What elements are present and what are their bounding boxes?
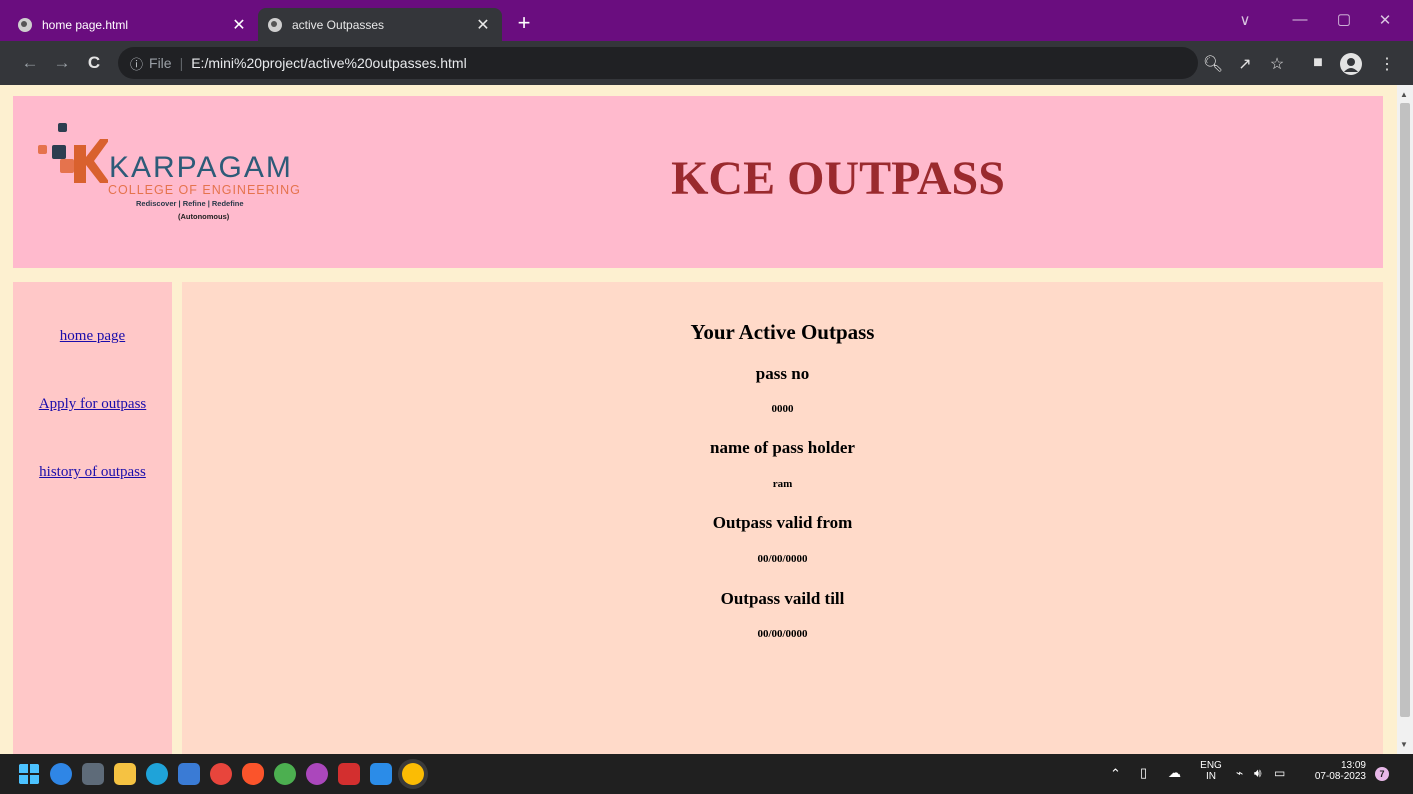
battery-icon[interactable]: ▭ bbox=[1274, 766, 1285, 780]
field-label-pass-no: pass no bbox=[755, 364, 810, 383]
minimize-icon[interactable]: — bbox=[1290, 11, 1310, 28]
tab-home-page[interactable]: home page.html ✕ bbox=[8, 8, 258, 41]
close-tab-button[interactable]: ✕ bbox=[474, 15, 492, 35]
sidebar-link-home-page[interactable]: home page bbox=[13, 328, 172, 345]
site-header: KARPAGAM COLLEGE OF ENGINEERING Rediscov… bbox=[13, 96, 1383, 268]
back-button[interactable]: ← bbox=[20, 53, 40, 73]
tab-active-outpasses[interactable]: active Outpasses ✕ bbox=[258, 8, 502, 41]
field-value-valid-till: 00/00/0000 bbox=[757, 628, 808, 640]
clock[interactable]: 13:09 07-08-2023 bbox=[1296, 760, 1366, 782]
avatar-icon bbox=[1344, 58, 1358, 72]
edge-icon[interactable] bbox=[146, 763, 168, 785]
start-icon[interactable] bbox=[18, 763, 40, 785]
chevron-up-icon[interactable]: ⌃ bbox=[1110, 766, 1121, 782]
globe-icon bbox=[268, 17, 282, 32]
info-icon[interactable]: ⓘ bbox=[130, 54, 143, 73]
field-label-pass-holder: name of pass holder bbox=[710, 438, 855, 457]
language-code: ENG bbox=[1200, 760, 1222, 771]
wps-office-icon[interactable] bbox=[338, 763, 360, 785]
profile-icon[interactable] bbox=[1340, 53, 1362, 75]
star-icon[interactable]: ☆ bbox=[1266, 54, 1288, 74]
field-value-pass-holder: ram bbox=[772, 478, 793, 490]
clock-time: 13:09 bbox=[1340, 760, 1366, 771]
address-bar: ← → C ⓘ File | E:/mini%20project/active%… bbox=[0, 41, 1413, 85]
section-heading: Your Active Outpass bbox=[690, 320, 875, 344]
scroll-up-icon[interactable]: ▲ bbox=[1400, 90, 1408, 99]
page-scrollbar[interactable]: ▲ ▼ bbox=[1397, 85, 1413, 754]
separator: | bbox=[179, 55, 184, 71]
volume-icon[interactable]: 🔊︎ bbox=[1254, 766, 1262, 781]
forward-button[interactable]: → bbox=[52, 53, 72, 73]
reload-button[interactable]: C bbox=[84, 53, 104, 73]
chrome-icon[interactable] bbox=[210, 763, 232, 785]
sidebar-link-apply-for-outpass[interactable]: Apply for outpass bbox=[13, 396, 172, 413]
clock-date: 07-08-2023 bbox=[1314, 771, 1366, 782]
vscode-icon[interactable] bbox=[370, 763, 392, 785]
windows-taskbar: ⌃ ▯ ☁ ENG IN ⌁ 🔊︎ ▭ 13:09 07-08-2023 7 bbox=[0, 754, 1413, 794]
menu-icon[interactable]: ⋮ bbox=[1376, 54, 1398, 74]
onedrive-icon[interactable]: ☁ bbox=[1168, 765, 1181, 781]
page-title: KCE OUTPASS bbox=[671, 152, 1005, 205]
file-explorer-icon[interactable] bbox=[114, 763, 136, 785]
chrome-profile-icon-2[interactable] bbox=[306, 763, 328, 785]
new-tab-button[interactable]: + bbox=[512, 12, 536, 36]
region-code: IN bbox=[1206, 771, 1216, 782]
file-label: File bbox=[149, 55, 172, 71]
field-value-valid-from: 00/00/0000 bbox=[757, 553, 808, 565]
url-text[interactable]: E:/mini%20project/active%20outpasses.htm… bbox=[191, 55, 466, 71]
zoom-icon[interactable]: 🔍︎ bbox=[1202, 54, 1224, 74]
logo-autonomous: (Autonomous) bbox=[178, 212, 230, 221]
tab-title: home page.html bbox=[42, 17, 129, 32]
globe-icon bbox=[18, 17, 32, 32]
chrome-active-icon[interactable] bbox=[402, 763, 424, 785]
sidebar-link-history-of-outpass[interactable]: history of outpass bbox=[13, 464, 172, 481]
field-label-valid-till: Outpass vaild till bbox=[720, 589, 845, 608]
notification-badge[interactable]: 7 bbox=[1375, 767, 1389, 781]
tab-strip: home page.html ✕ active Outpasses ✕ + ∨ … bbox=[0, 0, 1413, 41]
page-viewport: KARPAGAM COLLEGE OF ENGINEERING Rediscov… bbox=[0, 85, 1413, 754]
wifi-icon[interactable]: ⌁ bbox=[1236, 766, 1243, 780]
close-tab-button[interactable]: ✕ bbox=[230, 15, 248, 35]
cortana-icon[interactable] bbox=[50, 763, 72, 785]
share-icon[interactable]: ↗ bbox=[1234, 54, 1256, 74]
restore-icon[interactable]: ▢ bbox=[1334, 10, 1354, 28]
sidebar-nav: home page Apply for outpass history of o… bbox=[13, 282, 172, 754]
tab-title: active Outpasses bbox=[292, 17, 385, 32]
field-label-valid-from: Outpass valid from bbox=[712, 513, 853, 532]
main-content: Your Active Outpass pass no 0000 name of… bbox=[182, 282, 1383, 754]
scroll-thumb[interactable] bbox=[1400, 103, 1410, 717]
usb-icon[interactable]: ▯ bbox=[1140, 765, 1147, 781]
language-indicator[interactable]: ENG IN bbox=[1196, 760, 1226, 782]
field-value-pass-no: 0000 bbox=[771, 403, 794, 415]
scroll-down-icon[interactable]: ▼ bbox=[1400, 740, 1408, 749]
close-icon[interactable]: ✕ bbox=[1375, 11, 1395, 29]
side-panel-icon[interactable]: ■ bbox=[1307, 54, 1329, 72]
brave-icon[interactable] bbox=[242, 763, 264, 785]
chevron-down-icon[interactable]: ∨ bbox=[1235, 11, 1255, 29]
omnibox[interactable]: ⓘ File | E:/mini%20project/active%20outp… bbox=[118, 47, 1198, 79]
store-icon[interactable] bbox=[178, 763, 200, 785]
chrome-profile-icon[interactable] bbox=[274, 763, 296, 785]
calculator-icon[interactable] bbox=[82, 763, 104, 785]
